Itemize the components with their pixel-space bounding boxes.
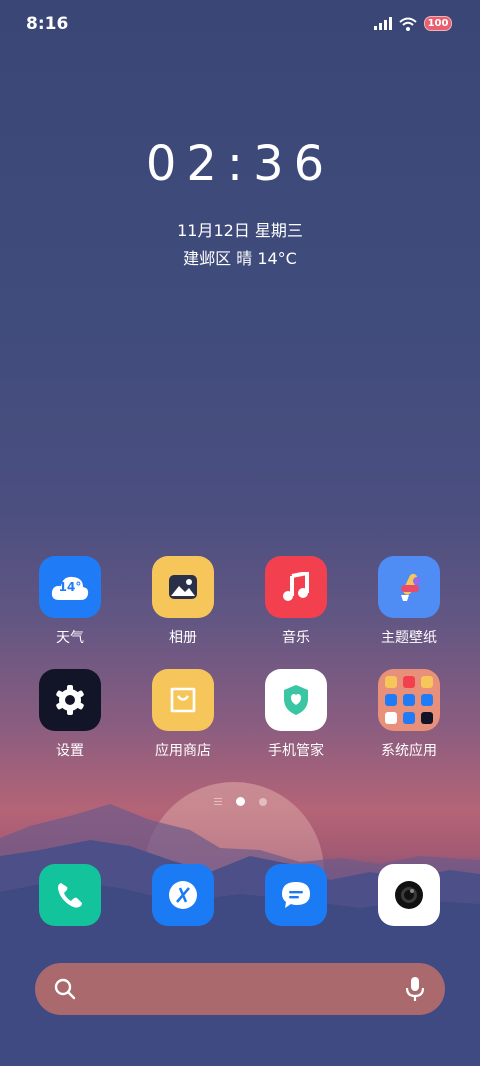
app-label: 手机管家 xyxy=(268,743,324,759)
dock-phone[interactable] xyxy=(20,864,120,926)
microphone-icon[interactable] xyxy=(405,976,425,1002)
camera-icon xyxy=(378,864,440,926)
themes-icon xyxy=(378,556,440,618)
weather-icon: 14° xyxy=(39,556,101,618)
signal-icon xyxy=(374,17,392,30)
status-time: 8:16 xyxy=(26,14,69,34)
battery-icon: 100 xyxy=(424,16,452,31)
dock-camera[interactable] xyxy=(359,864,459,926)
clock-widget-date[interactable]: 11月12日 星期三 xyxy=(0,217,480,241)
app-label: 音乐 xyxy=(282,630,310,646)
app-weather[interactable]: 14° 天气 xyxy=(20,556,120,647)
page-dot xyxy=(258,797,267,806)
app-label: 主题壁纸 xyxy=(381,630,437,646)
status-bar: 8:16 100 xyxy=(0,0,480,50)
system-apps-folder-icon xyxy=(378,669,440,731)
app-label: 应用商店 xyxy=(155,743,211,759)
wifi-icon xyxy=(399,17,417,31)
messages-icon xyxy=(265,864,327,926)
app-label: 相册 xyxy=(169,630,197,646)
app-music[interactable]: 音乐 xyxy=(246,556,346,647)
browser-icon xyxy=(152,864,214,926)
clock-widget-time[interactable]: 02:36 xyxy=(0,136,480,192)
app-themes[interactable]: 主题壁纸 xyxy=(359,556,459,647)
phone-manager-icon xyxy=(265,669,327,731)
page-indicator-list-icon xyxy=(213,798,222,805)
app-system-folder[interactable]: 系统应用 xyxy=(359,669,459,760)
app-label: 系统应用 xyxy=(381,743,437,759)
app-settings[interactable]: 设置 xyxy=(20,669,120,760)
dock-browser[interactable] xyxy=(133,864,233,926)
weather-icon-temp: 14° xyxy=(58,580,82,594)
settings-icon xyxy=(39,669,101,731)
app-label: 天气 xyxy=(56,630,84,646)
clock-widget-weather[interactable]: 建邺区 晴 14°C xyxy=(0,245,480,269)
app-store[interactable]: 应用商店 xyxy=(133,669,233,760)
search-bar[interactable] xyxy=(35,963,445,1015)
app-photos[interactable]: 相册 xyxy=(133,556,233,647)
status-icons: 100 xyxy=(374,16,452,31)
app-phone-manager[interactable]: 手机管家 xyxy=(246,669,346,760)
music-icon xyxy=(265,556,327,618)
photos-icon xyxy=(152,556,214,618)
search-icon xyxy=(54,978,76,1000)
page-dot-active xyxy=(235,797,245,806)
app-store-icon xyxy=(152,669,214,731)
app-label: 设置 xyxy=(56,743,84,759)
dock-messages[interactable] xyxy=(246,864,346,926)
phone-icon xyxy=(39,864,101,926)
page-indicator[interactable] xyxy=(0,797,480,806)
